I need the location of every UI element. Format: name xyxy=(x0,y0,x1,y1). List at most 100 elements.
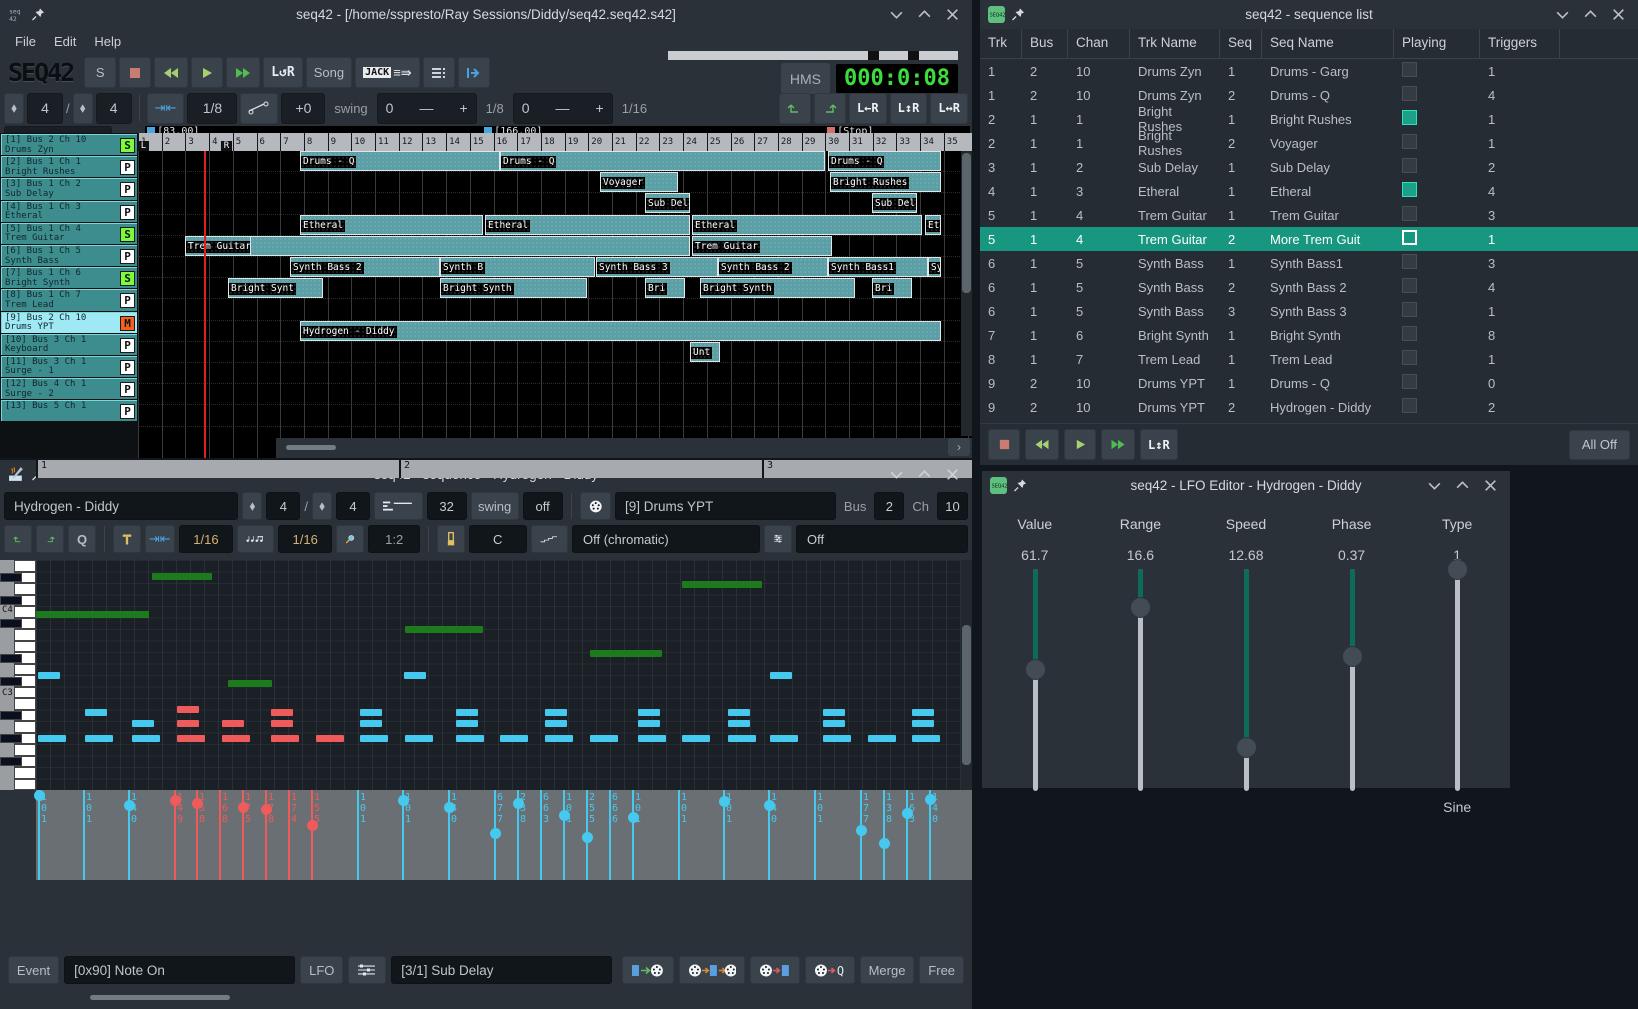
pr-ruler-bar[interactable]: 3 xyxy=(762,460,773,478)
note-length-value[interactable]: 1/16 xyxy=(278,525,332,553)
song-horizontal-scrollbar[interactable] xyxy=(276,438,972,458)
piano-roll-note[interactable] xyxy=(770,672,792,679)
piano-key[interactable] xyxy=(14,560,36,572)
sequence-name-input[interactable]: Hydrogen - Diddy xyxy=(4,492,238,520)
maximize-icon[interactable] xyxy=(917,467,932,482)
song-pattern-block[interactable]: Hydrogen - Diddy xyxy=(300,321,941,341)
playing-checkbox[interactable] xyxy=(1402,350,1417,365)
ruler-bar[interactable]: 14 xyxy=(446,133,470,151)
lr-button-1[interactable]: L←R xyxy=(849,93,887,124)
event-line[interactable] xyxy=(540,790,542,880)
table-row[interactable]: 615Synth Bass2Synth Bass 24 xyxy=(980,275,1638,299)
playing-checkbox[interactable] xyxy=(1402,182,1417,197)
piano-roll-note[interactable] xyxy=(132,735,160,742)
minimize-icon[interactable] xyxy=(889,7,904,22)
piano-key[interactable] xyxy=(14,721,36,733)
piano-roll-note[interactable] xyxy=(271,720,293,727)
piano-roll-note[interactable] xyxy=(638,720,660,727)
lr-button-2[interactable]: L↕R xyxy=(890,93,928,124)
ruler-bar[interactable]: 9 xyxy=(328,133,352,151)
track-row[interactable]: [6] Bus 1 Ch 5Synth BassP xyxy=(1,245,137,266)
maximize-icon[interactable] xyxy=(1583,7,1598,22)
beats-value[interactable]: 4 xyxy=(27,93,63,124)
table-row[interactable]: 9210Drums YPT2Hydrogen - Diddy2 xyxy=(980,395,1638,419)
zoom-value[interactable]: 1:2 xyxy=(368,525,420,553)
piano-key[interactable] xyxy=(14,583,36,595)
song-pattern-block[interactable]: Sub Del xyxy=(872,193,917,213)
sequence-list-button[interactable] xyxy=(423,57,455,88)
song-pattern-block[interactable]: Voyager xyxy=(600,172,678,192)
table-row[interactable]: 817Trem Lead1Trem Lead1 xyxy=(980,347,1638,371)
ruler-bar[interactable]: 27 xyxy=(754,133,778,151)
song-grid-row[interactable] xyxy=(138,405,972,426)
column-header[interactable]: Chan xyxy=(1068,29,1130,58)
data-to-note-button[interactable] xyxy=(679,956,745,984)
table-row[interactable]: 615Synth Bass3Synth Bass 31 xyxy=(980,299,1638,323)
song-pattern-block[interactable]: Eth xyxy=(925,215,941,235)
track-row[interactable]: [11] Bus 3 Ch 1Surge - 1P xyxy=(1,356,137,377)
piano-keyboard[interactable]: C4C3 xyxy=(0,560,36,790)
lfo-button[interactable]: LFO xyxy=(300,956,343,984)
column-header[interactable]: Playing xyxy=(1394,29,1480,58)
piano-roll-note[interactable] xyxy=(823,735,851,742)
slider-knob[interactable] xyxy=(1342,646,1363,667)
piano-roll-note[interactable] xyxy=(177,706,199,713)
track-row[interactable]: [10] Bus 3 Ch 1KeyboardP xyxy=(1,334,137,355)
piano-key[interactable] xyxy=(14,641,36,653)
maximize-icon[interactable] xyxy=(917,7,932,22)
piano-roll-note[interactable] xyxy=(405,626,483,633)
swing2-minus-button[interactable]: — xyxy=(556,100,570,116)
seqedit-horizontal-scrollbar[interactable] xyxy=(0,987,972,1009)
track-flag-button[interactable]: P xyxy=(120,293,135,308)
close-icon[interactable] xyxy=(945,467,960,482)
piano-roll-note[interactable] xyxy=(638,709,660,716)
piano-roll-note[interactable] xyxy=(770,735,798,742)
piano-roll-note[interactable] xyxy=(590,650,662,657)
slider-knob[interactable] xyxy=(1447,559,1468,580)
column-header[interactable]: Bus xyxy=(1022,29,1068,58)
song-pattern-block[interactable]: Etheral xyxy=(300,215,483,235)
column-header[interactable]: Seq xyxy=(1220,29,1262,58)
piano-key[interactable] xyxy=(14,767,36,779)
song-pattern-block[interactable]: Synth Bass 2 xyxy=(718,257,828,277)
ruler-bar[interactable]: 23 xyxy=(659,133,683,151)
undo-button[interactable] xyxy=(779,93,811,124)
tools-button[interactable] xyxy=(113,525,141,553)
pr-ruler-bar[interactable]: 1 xyxy=(36,460,47,478)
lfo-slider[interactable] xyxy=(1134,569,1146,791)
piano-roll-note[interactable] xyxy=(404,672,426,679)
piano-roll-note[interactable] xyxy=(545,720,567,727)
ruler-bar[interactable]: 8 xyxy=(304,133,328,151)
piano-key-black[interactable] xyxy=(0,711,22,720)
event-line[interactable] xyxy=(632,790,634,880)
song-grid-row[interactable] xyxy=(138,363,972,384)
track-flag-button[interactable]: P xyxy=(120,249,135,264)
piano-roll-note[interactable] xyxy=(500,735,528,742)
ruler-bar[interactable]: 10 xyxy=(351,133,375,151)
piano-roll-ruler[interactable]: 123 xyxy=(36,460,972,478)
playing-checkbox[interactable] xyxy=(1402,110,1417,125)
piano-roll-note[interactable] xyxy=(638,735,666,742)
track-flag-button[interactable]: P xyxy=(120,382,135,397)
table-row[interactable]: 312Sub Delay1Sub Delay2 xyxy=(980,155,1638,179)
scroll-right-button[interactable]: › xyxy=(948,438,970,456)
track-row[interactable]: [7] Bus 1 Ch 6Bright SynthS xyxy=(1,267,137,288)
event-line[interactable] xyxy=(357,790,359,880)
jack-button[interactable]: JACK≡⇛ xyxy=(355,57,420,88)
piano-key-black[interactable] xyxy=(0,757,22,766)
piano-key-black[interactable] xyxy=(0,573,22,582)
track-flag-button[interactable]: P xyxy=(120,338,135,353)
table-row[interactable]: 514Trem Guitar2More Trem Guit1 xyxy=(980,227,1638,251)
playing-checkbox[interactable] xyxy=(1402,398,1417,413)
ruler-bar[interactable]: 21 xyxy=(612,133,636,151)
ruler-bar[interactable]: 18 xyxy=(541,133,565,151)
track-row[interactable]: [2] Bus 1 Ch 1Bright RushesP xyxy=(1,156,137,177)
scale-icon-button[interactable] xyxy=(531,525,568,553)
beats-down-button[interactable]: ⬧ xyxy=(242,492,262,520)
event-line[interactable] xyxy=(311,790,313,880)
piano-roll-note[interactable] xyxy=(38,735,66,742)
event-line[interactable] xyxy=(38,790,40,880)
song-progress-bar[interactable] xyxy=(668,51,958,60)
column-header[interactable]: Seq Name xyxy=(1262,29,1394,58)
track-flag-button[interactable]: P xyxy=(120,205,135,220)
